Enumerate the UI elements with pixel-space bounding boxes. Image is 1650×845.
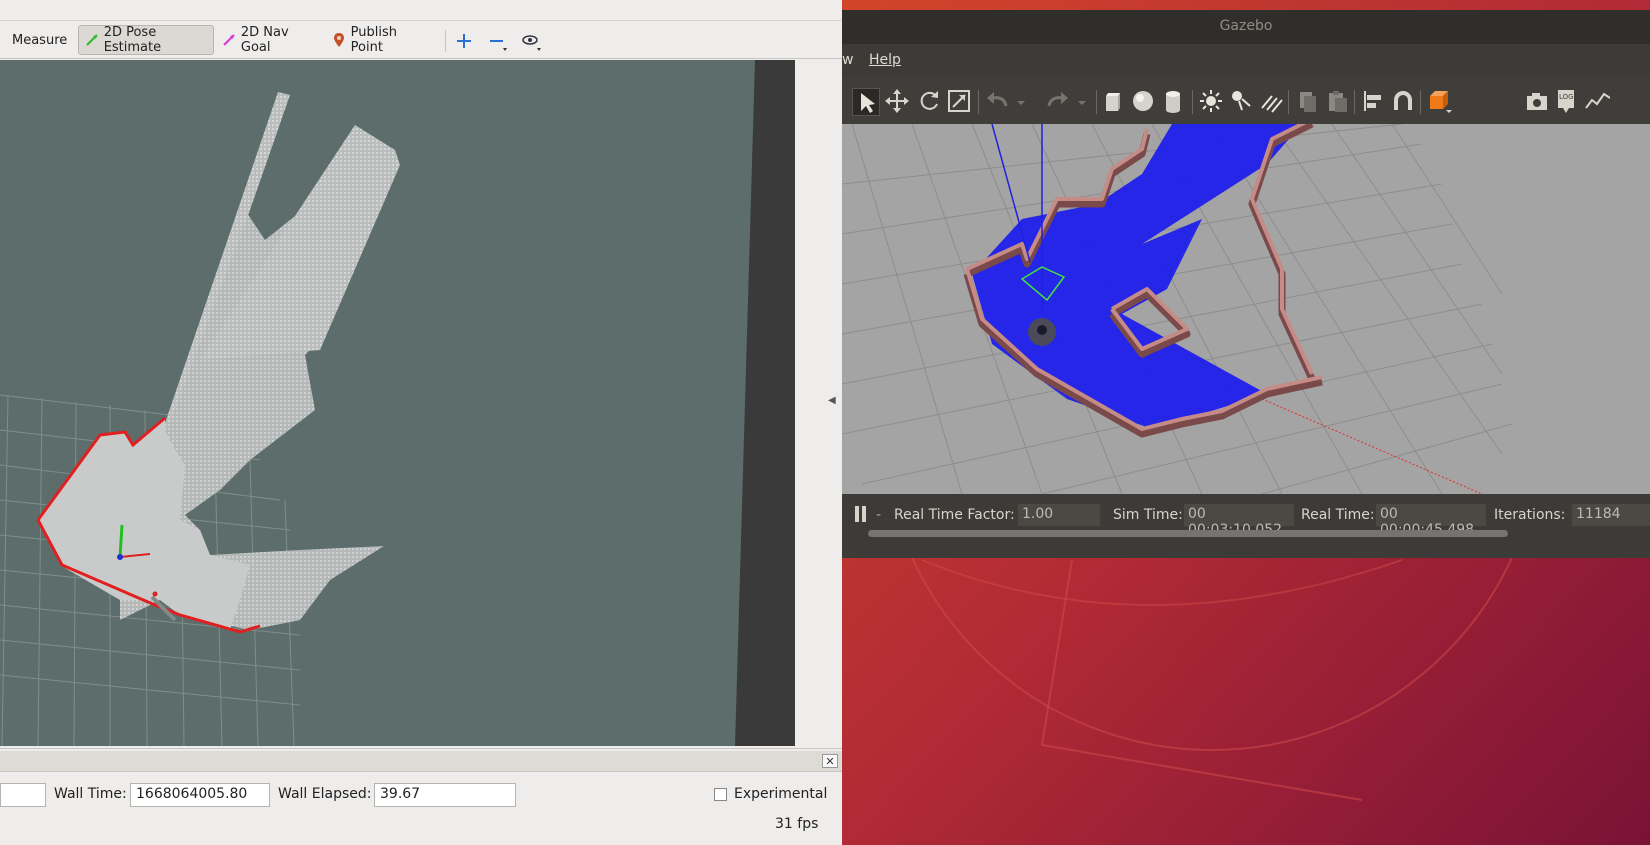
rviz-3d-view[interactable] bbox=[0, 60, 795, 746]
occupancy-map-render bbox=[0, 60, 795, 746]
step-indicator-icon: - bbox=[876, 507, 882, 523]
directional-light-icon[interactable] bbox=[1258, 88, 1284, 114]
real-time-label: Real Time: bbox=[1301, 507, 1375, 523]
sim-time-value: 00 00:03:10.052 bbox=[1184, 504, 1294, 538]
pose-estimate-label: 2D Pose Estimate bbox=[103, 25, 162, 55]
sim-time-label: Sim Time: bbox=[1113, 507, 1183, 523]
rotate-icon[interactable] bbox=[916, 88, 942, 114]
point-light-icon[interactable] bbox=[1198, 88, 1224, 114]
pose-estimate-tool-button[interactable]: 2D Pose Estimate bbox=[78, 25, 214, 55]
log-icon[interactable]: LOG bbox=[1554, 88, 1580, 114]
nav-goal-tool-button[interactable]: 2D Nav Goal bbox=[216, 25, 322, 55]
experimental-label: Experimental bbox=[734, 786, 828, 802]
undo-dropdown-icon[interactable] bbox=[1014, 88, 1028, 114]
experimental-checkbox[interactable] bbox=[714, 788, 727, 801]
map-pin-icon bbox=[334, 33, 344, 47]
gazebo-scene-render bbox=[842, 124, 1513, 494]
paste-icon[interactable] bbox=[1324, 88, 1350, 114]
toolbar-separator bbox=[1354, 90, 1355, 114]
eye-icon[interactable] bbox=[520, 30, 542, 52]
rviz-menu-strip bbox=[0, 0, 842, 21]
publish-point-tool-button[interactable]: Publish Point bbox=[327, 25, 437, 55]
rviz-toolbar: Measure 2D Pose Estimate 2D Nav Goal Pub… bbox=[0, 22, 842, 59]
wall-time-field[interactable]: 1668064005.80 bbox=[130, 783, 270, 807]
time-panel-titlebar: ✕ bbox=[0, 751, 842, 772]
snap-magnet-icon[interactable] bbox=[1390, 88, 1416, 114]
plus-icon[interactable] bbox=[453, 30, 475, 52]
wall-elapsed-label: Wall Elapsed: bbox=[278, 786, 372, 802]
horizontal-scrollbar[interactable] bbox=[868, 530, 1508, 537]
menu-view[interactable]: w bbox=[842, 52, 853, 68]
magenta-arrow-icon bbox=[223, 34, 235, 46]
align-icon[interactable] bbox=[1360, 88, 1386, 114]
scale-icon[interactable] bbox=[946, 88, 972, 114]
rviz-window: Measure 2D Pose Estimate 2D Nav Goal Pub… bbox=[0, 0, 842, 845]
minus-icon[interactable] bbox=[486, 30, 508, 52]
green-arrow-icon bbox=[86, 34, 98, 46]
toolbar-separator bbox=[1288, 90, 1289, 114]
redo-icon[interactable] bbox=[1045, 88, 1071, 114]
real-time-factor-value: 1.00 bbox=[1018, 504, 1100, 526]
measure-label: Measure bbox=[12, 32, 68, 48]
truncated-time-field[interactable] bbox=[0, 783, 46, 807]
window-title: Gazebo bbox=[1219, 18, 1273, 34]
screenshot-camera-icon[interactable] bbox=[1524, 88, 1550, 114]
time-panel: ✕ Wall Time: 1668064005.80 Wall Elapsed:… bbox=[0, 748, 842, 845]
translate-icon[interactable] bbox=[884, 88, 910, 114]
copy-icon[interactable] bbox=[1294, 88, 1320, 114]
wall-elapsed-field[interactable]: 39.67 bbox=[374, 783, 516, 807]
box-shape-icon[interactable] bbox=[1100, 88, 1126, 114]
toolbar-separator bbox=[978, 90, 979, 114]
menu-help[interactable]: Help bbox=[869, 52, 901, 68]
real-time-value: 00 00:00:45.498 bbox=[1376, 504, 1486, 538]
gazebo-status-bar: - Real Time Factor: 1.00 Sim Time: 00 00… bbox=[842, 494, 1650, 558]
real-time-factor-label: Real Time Factor: bbox=[894, 507, 1015, 523]
collapse-arrow-icon[interactable]: ◀ bbox=[828, 395, 836, 406]
iterations-value: 11184 bbox=[1572, 504, 1650, 526]
wall-time-label: Wall Time: bbox=[54, 786, 127, 802]
close-icon[interactable]: ✕ bbox=[822, 754, 838, 768]
gazebo-3d-view[interactable] bbox=[842, 124, 1650, 494]
undo-icon[interactable] bbox=[984, 88, 1010, 114]
iterations-label: Iterations: bbox=[1494, 507, 1566, 523]
publish-point-label: Publish Point bbox=[350, 25, 397, 55]
gazebo-menubar: w Help bbox=[842, 44, 1650, 76]
redo-dropdown-icon[interactable] bbox=[1075, 88, 1089, 114]
select-arrow-icon[interactable] bbox=[852, 88, 880, 116]
gazebo-titlebar: Gazebo bbox=[842, 10, 1650, 44]
measure-tool-button[interactable]: Measure bbox=[0, 25, 70, 55]
sphere-shape-icon[interactable] bbox=[1130, 88, 1156, 114]
spot-light-icon[interactable] bbox=[1228, 88, 1254, 114]
svg-text:LOG: LOG bbox=[1559, 93, 1574, 101]
fps-counter: 31 fps bbox=[775, 816, 819, 832]
cylinder-shape-icon[interactable] bbox=[1160, 88, 1186, 114]
gazebo-toolbar: LOG bbox=[842, 76, 1650, 124]
plot-icon[interactable] bbox=[1584, 88, 1610, 114]
toolbar-separator bbox=[1096, 90, 1097, 114]
pause-icon[interactable] bbox=[854, 506, 868, 522]
toolbar-separator bbox=[1420, 90, 1421, 114]
toolbar-separator bbox=[445, 30, 446, 52]
gazebo-window: Gazebo w Help LOG - Real Time Factor: 1.… bbox=[842, 10, 1650, 558]
toolbar-separator bbox=[1192, 90, 1193, 114]
nav-goal-label: 2D Nav Goal bbox=[240, 25, 289, 55]
view-angle-icon[interactable] bbox=[1426, 88, 1452, 114]
